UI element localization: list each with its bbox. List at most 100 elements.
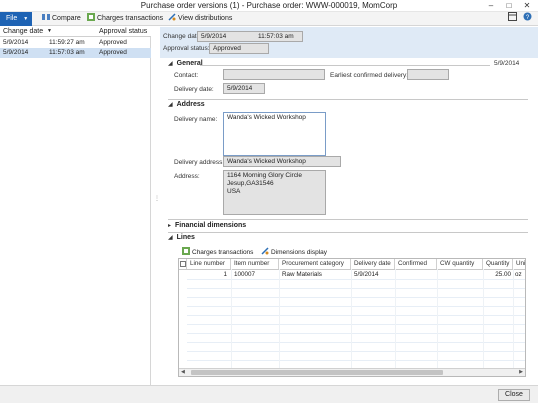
address-field[interactable]: 1164 Morning Glory Circle Jesup,GA31546 … bbox=[223, 170, 326, 215]
dropdown-arrow-icon: ▼ bbox=[23, 16, 29, 22]
cell-item-number: 100007 bbox=[234, 271, 256, 278]
dimensions-icon bbox=[261, 247, 269, 255]
cell-unit: oz bbox=[515, 271, 522, 278]
financial-title: Financial dimensions bbox=[175, 222, 247, 229]
cell-quantity: 25.00 bbox=[495, 271, 511, 278]
col-quantity[interactable]: Quantity bbox=[483, 259, 513, 269]
versions-grid: Change date ▼ Approval status 5/9/2014 1… bbox=[0, 27, 151, 385]
compare-button[interactable]: Compare bbox=[42, 12, 81, 26]
column-change-date[interactable]: Change date bbox=[3, 28, 43, 35]
delivery-address-field[interactable]: Wanda's Wicked Workshop bbox=[223, 156, 341, 167]
charges-icon bbox=[87, 13, 95, 21]
dimensions-display-label: Dimensions display bbox=[271, 249, 327, 256]
title-bar: Purchase order versions (1) - Purchase o… bbox=[0, 0, 538, 12]
minimize-button[interactable]: – bbox=[482, 0, 500, 11]
scrollbar-thumb[interactable] bbox=[191, 370, 443, 375]
close-window-button[interactable]: ✕ bbox=[518, 0, 536, 11]
divider bbox=[231, 269, 232, 369]
header-band: Change date: 5/9/2014 11:57:03 am Approv… bbox=[160, 27, 538, 58]
charges-icon bbox=[182, 247, 190, 255]
version-row-selected[interactable]: 5/9/2014 11:57:03 am Approved bbox=[0, 48, 151, 58]
divider bbox=[513, 269, 514, 369]
col-cw-quantity[interactable]: CW quantity bbox=[437, 259, 483, 269]
change-date-value: 5/9/2014 bbox=[201, 33, 227, 40]
divider bbox=[168, 232, 528, 233]
change-time-value: 11:57:03 am bbox=[258, 33, 294, 40]
column-approval-status[interactable]: Approval status bbox=[99, 28, 147, 35]
cell-procurement-category: Raw Materials bbox=[282, 271, 322, 278]
cell-confirmed bbox=[398, 270, 438, 279]
scroll-right-icon[interactable]: ▶ bbox=[519, 369, 523, 375]
divider bbox=[187, 351, 525, 352]
col-line-number[interactable]: Line number bbox=[187, 259, 231, 269]
divider bbox=[187, 297, 525, 298]
lines-charges-button[interactable]: Charges transactions bbox=[182, 247, 253, 257]
contact-field[interactable] bbox=[223, 69, 325, 80]
view-distributions-button[interactable]: View distributions bbox=[168, 12, 232, 26]
delivery-date-field[interactable]: 5/9/2014 bbox=[223, 83, 265, 94]
general-date-badge: 5/9/2014 bbox=[494, 60, 520, 67]
version-status: Approved bbox=[99, 39, 127, 46]
col-delivery-date[interactable]: Delivery date bbox=[351, 259, 395, 269]
select-all-checkbox[interactable] bbox=[179, 259, 187, 269]
scroll-left-icon[interactable]: ◀ bbox=[181, 369, 185, 375]
collapse-icon: ◢ bbox=[168, 61, 173, 67]
address-line2: Jesup,GA31546 bbox=[227, 180, 274, 187]
divider bbox=[187, 279, 525, 280]
footer-bar: Close bbox=[0, 385, 538, 403]
file-button[interactable]: File ▼ bbox=[0, 12, 32, 26]
divider bbox=[279, 269, 280, 369]
sort-icon[interactable]: ▼ bbox=[47, 28, 52, 34]
address-section-header[interactable]: ◢ Address bbox=[168, 101, 205, 108]
delivery-address-label: Delivery address: bbox=[174, 159, 225, 166]
divider bbox=[483, 269, 484, 369]
contact-label: Contact: bbox=[174, 72, 199, 79]
address-line1: 1164 Morning Glory Circle bbox=[227, 172, 303, 179]
cell-line-number: 1 bbox=[223, 271, 227, 278]
divider bbox=[187, 342, 525, 343]
address-label: Address: bbox=[174, 173, 200, 180]
collapse-icon: ◢ bbox=[168, 235, 173, 241]
version-row[interactable]: 5/9/2014 11:59:27 am Approved bbox=[0, 38, 151, 48]
lines-grid: Line number Item number Procurement cate… bbox=[178, 258, 526, 377]
earliest-delivery-label: Earliest confirmed delivery: bbox=[330, 72, 409, 79]
divider bbox=[187, 315, 525, 316]
divider bbox=[351, 269, 352, 369]
address-line3: USA bbox=[227, 188, 241, 195]
window-title: Purchase order versions (1) - Purchase o… bbox=[140, 1, 398, 10]
close-button[interactable]: Close bbox=[498, 389, 530, 401]
cell-cw-quantity bbox=[440, 270, 484, 279]
change-date-field: 5/9/2014 11:57:03 am bbox=[197, 31, 303, 42]
charges-transactions-button[interactable]: Charges transactions bbox=[87, 12, 163, 26]
layout-icon[interactable] bbox=[508, 12, 517, 26]
action-pane: File ▼ Compare Charges transactions View… bbox=[0, 12, 538, 26]
divider bbox=[187, 324, 525, 325]
help-icon[interactable]: ? bbox=[523, 12, 532, 26]
general-title: General bbox=[176, 60, 203, 67]
lines-section-header[interactable]: ◢ Lines bbox=[168, 234, 195, 241]
earliest-delivery-field[interactable] bbox=[407, 69, 449, 80]
financial-section-header[interactable]: ▸ Financial dimensions bbox=[168, 222, 246, 229]
pane-splitter[interactable]: ⋮ bbox=[154, 195, 160, 209]
col-confirmed[interactable]: Confirmed bbox=[395, 259, 437, 269]
delivery-name-field[interactable]: Wanda's Wicked Workshop bbox=[223, 112, 326, 156]
general-section-header[interactable]: ◢ General bbox=[168, 60, 203, 67]
lines-title: Lines bbox=[176, 234, 195, 241]
col-unit[interactable]: Unit bbox=[513, 259, 525, 269]
maximize-button[interactable]: □ bbox=[500, 0, 518, 11]
versions-grid-header: Change date ▼ Approval status bbox=[0, 27, 151, 37]
dimensions-display-button[interactable]: Dimensions display bbox=[261, 247, 327, 257]
approval-status-label: Approval status: bbox=[163, 45, 210, 52]
table-row[interactable]: 1 100007 Raw Materials 5/9/2014 25.00 oz bbox=[187, 270, 525, 279]
divider bbox=[187, 288, 525, 289]
version-status: Approved bbox=[99, 49, 127, 56]
address-title: Address bbox=[176, 101, 205, 108]
cell-delivery-date: 5/9/2014 bbox=[354, 271, 379, 278]
col-item-number[interactable]: Item number bbox=[231, 259, 279, 269]
delivery-name-label: Delivery name: bbox=[174, 116, 218, 123]
horizontal-scrollbar[interactable]: ◀ ▶ bbox=[179, 368, 525, 376]
divider bbox=[437, 269, 438, 369]
version-date: 5/9/2014 bbox=[3, 49, 29, 56]
col-procurement-category[interactable]: Procurement category bbox=[279, 259, 351, 269]
version-time: 11:57:03 am bbox=[49, 49, 85, 56]
